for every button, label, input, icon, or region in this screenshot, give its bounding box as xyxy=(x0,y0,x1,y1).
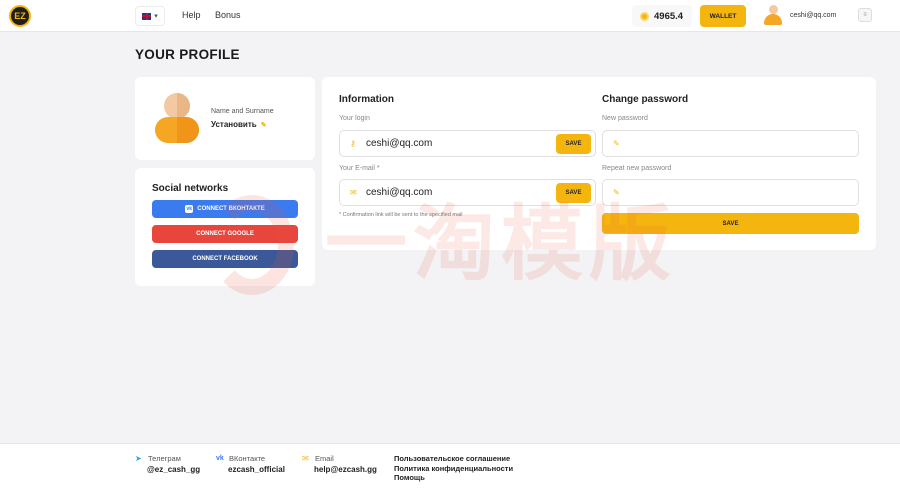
footer-vk[interactable]: vk ВКонтакте ezcash_official xyxy=(216,454,285,474)
wallet-button[interactable]: WALLET xyxy=(700,5,746,27)
connect-facebook-label: CONNECT FACEBOOK xyxy=(192,256,258,262)
logo[interactable]: EZ xyxy=(9,5,31,27)
privacy-link[interactable]: Политика конфиденциальности xyxy=(394,464,513,474)
pencil-icon: ✎ xyxy=(613,188,620,197)
telegram-label: Телеграм xyxy=(148,454,181,463)
login-field[interactable]: ⚷ ceshi@qq.com SAVE xyxy=(339,130,596,157)
footer-links: Пользовательское соглашение Политика кон… xyxy=(394,454,513,483)
change-password-title: Change password xyxy=(602,94,689,105)
pencil-icon[interactable]: ✎ xyxy=(261,121,267,129)
chevron-down-icon: ▾ xyxy=(154,13,158,20)
vk-value: ezcash_official xyxy=(228,465,285,474)
confirmation-note: * Confirmation link will be sent to the … xyxy=(339,212,463,218)
email-field[interactable]: ✉ ceshi@qq.com SAVE xyxy=(339,179,596,206)
pencil-icon: ✎ xyxy=(613,139,620,148)
user-email: ceshi@qq.com xyxy=(790,11,837,19)
mail-icon: ✉ xyxy=(350,188,357,197)
top-header: EZ ▾ Help Bonus 4965.4 WALLET ceshi@qq.c… xyxy=(0,0,900,32)
footer-telegram[interactable]: ➤ Телеграм @ez_cash_gg xyxy=(135,454,200,474)
vk-label: ВКонтакте xyxy=(229,454,266,463)
key-icon: ⚷ xyxy=(350,139,356,148)
balance-display: 4965.4 xyxy=(632,5,692,27)
uk-flag-icon xyxy=(141,11,153,21)
new-password-field[interactable]: ✎ xyxy=(602,130,859,157)
login-label: Your login xyxy=(339,115,370,122)
social-title: Social networks xyxy=(152,183,229,194)
social-networks-card: Social networks vk CONNECT ВКОНТАКТЕ CON… xyxy=(135,168,315,286)
logo-text: EZ xyxy=(14,11,26,21)
email-value: ceshi@qq.com xyxy=(366,187,433,198)
balance-value: 4965.4 xyxy=(654,10,684,22)
email-value: help@ezcash.gg xyxy=(314,465,377,474)
repeat-password-label: Repeat new password xyxy=(602,165,672,172)
connect-google-label: CONNECT GOOGLE xyxy=(196,231,254,237)
vk-icon: vk xyxy=(216,455,224,462)
vk-icon: vk xyxy=(185,205,194,213)
profile-card: Name and Surname Установить ✎ xyxy=(135,77,315,160)
language-selector[interactable]: ▾ xyxy=(135,6,165,26)
information-card: Information Your login ⚷ ceshi@qq.com SA… xyxy=(322,77,876,250)
connect-vk-button[interactable]: vk CONNECT ВКОНТАКТЕ xyxy=(152,200,298,218)
nav-help[interactable]: Help xyxy=(182,10,201,20)
user-menu[interactable]: ceshi@qq.com xyxy=(764,5,836,25)
help-link[interactable]: Помощь xyxy=(394,473,513,483)
save-password-button[interactable]: SAVE xyxy=(602,213,859,234)
login-value: ceshi@qq.com xyxy=(366,138,433,149)
profile-avatar[interactable] xyxy=(155,93,199,143)
connect-facebook-button[interactable]: CONNECT FACEBOOK xyxy=(152,250,298,268)
new-password-label: New password xyxy=(602,115,648,122)
telegram-icon: ➤ xyxy=(135,454,142,463)
telegram-value: @ez_cash_gg xyxy=(147,465,201,474)
name-value-text: Установить xyxy=(211,120,257,129)
save-login-button[interactable]: SAVE xyxy=(556,134,591,154)
connect-google-button[interactable]: CONNECT GOOGLE xyxy=(152,225,298,243)
mail-icon: ✉ xyxy=(302,454,309,463)
footer: ➤ Телеграм @ez_cash_gg vk ВКонтакте ezcash… xyxy=(0,443,900,491)
connect-vk-label: CONNECT ВКОНТАКТЕ xyxy=(197,206,265,212)
email-label: Email xyxy=(315,454,334,463)
coin-icon xyxy=(640,11,649,21)
terms-link[interactable]: Пользовательское соглашение xyxy=(394,454,513,464)
name-label: Name and Surname xyxy=(211,108,274,115)
repeat-password-field[interactable]: ✎ xyxy=(602,179,859,206)
page-title: YOUR PROFILE xyxy=(135,47,240,62)
email-label: Your E-mail * xyxy=(339,165,380,172)
footer-email[interactable]: ✉ Email help@ezcash.gg xyxy=(302,454,377,474)
avatar xyxy=(764,5,782,25)
information-title: Information xyxy=(339,94,394,105)
name-value[interactable]: Установить ✎ xyxy=(211,120,267,129)
save-email-button[interactable]: SAVE xyxy=(556,183,591,203)
settings-menu-icon[interactable]: ≡ xyxy=(858,8,872,22)
nav-bonus[interactable]: Bonus xyxy=(215,10,241,20)
